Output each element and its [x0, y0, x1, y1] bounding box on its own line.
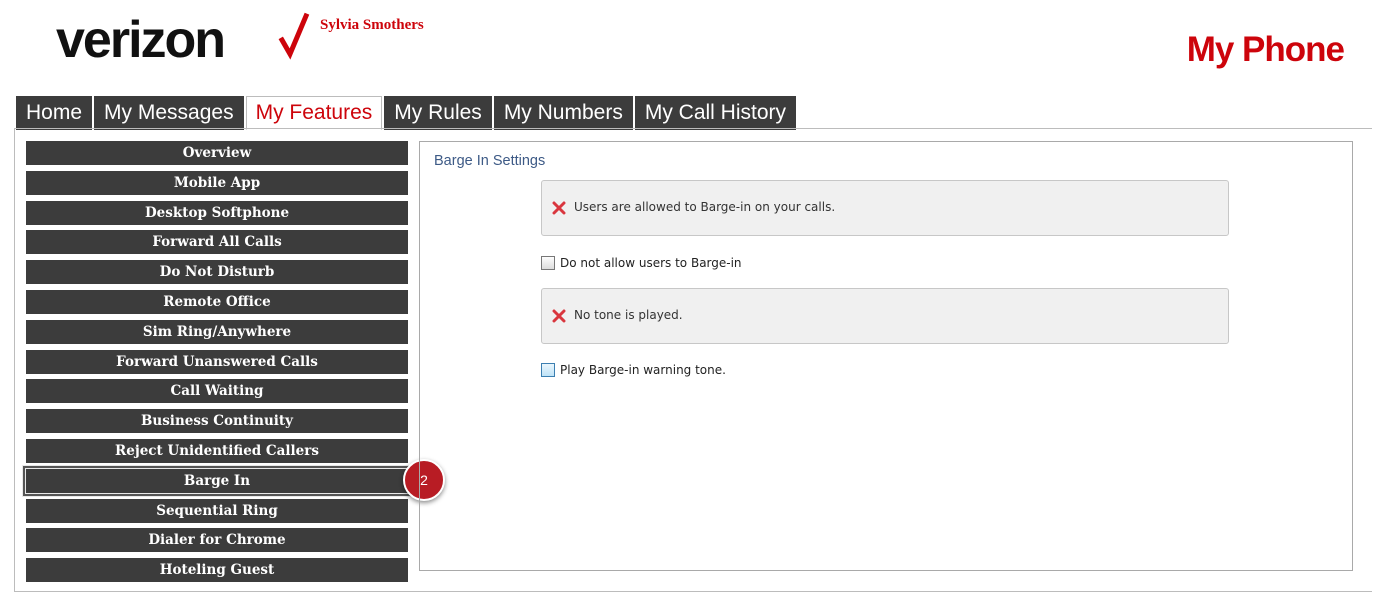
- settings-panel: Barge In Settings Users are allowed to B…: [419, 141, 1353, 571]
- tone-option-row: Play Barge-in warning tone.: [541, 363, 726, 377]
- sidebar-item-sequential-ring[interactable]: Sequential Ring: [26, 498, 408, 523]
- app-title: My Phone: [1186, 30, 1345, 69]
- barge-in-option-row: Do not allow users to Barge-in: [541, 256, 742, 270]
- sidebar-item-hoteling-guest[interactable]: Hoteling Guest: [26, 558, 408, 583]
- tab-my-rules[interactable]: My Rules: [384, 96, 492, 130]
- tab-my-call-history[interactable]: My Call History: [634, 96, 797, 130]
- sidebar-item-dialer-for-chrome[interactable]: Dialer for Chrome: [26, 528, 408, 553]
- sidebar-item-forward-all-calls[interactable]: Forward All Calls: [26, 230, 408, 255]
- sidebar-item-forward-unanswered[interactable]: Forward Unanswered Calls: [26, 349, 408, 374]
- warning-tone-label[interactable]: Play Barge-in warning tone.: [560, 363, 726, 377]
- tab-my-numbers[interactable]: My Numbers: [493, 96, 633, 130]
- warning-tone-checkbox[interactable]: [541, 363, 555, 377]
- feature-sidebar: Overview Mobile App Desktop Softphone Fo…: [23, 141, 411, 588]
- disallow-barge-in-checkbox[interactable]: [541, 256, 555, 270]
- tab-my-features[interactable]: My Features: [245, 96, 383, 130]
- sidebar-item-desktop-softphone[interactable]: Desktop Softphone: [26, 200, 408, 225]
- sidebar-item-reject-unidentified[interactable]: Reject Unidentified Callers: [26, 438, 408, 463]
- tone-status-box: No tone is played.: [541, 288, 1229, 344]
- barge-in-status-box: Users are allowed to Barge-in on your ca…: [541, 180, 1229, 236]
- disallow-barge-in-label[interactable]: Do not allow users to Barge-in: [560, 256, 742, 270]
- verizon-logo: verizon: [56, 10, 310, 70]
- sidebar-item-do-not-disturb[interactable]: Do Not Disturb: [26, 260, 408, 285]
- sidebar-item-mobile-app[interactable]: Mobile App: [26, 170, 408, 195]
- sidebar-item-remote-office[interactable]: Remote Office: [26, 289, 408, 314]
- sidebar-item-overview[interactable]: Overview: [26, 141, 408, 165]
- panel-title: Barge In Settings: [434, 153, 546, 169]
- tone-status-text: No tone is played.: [574, 308, 683, 322]
- sidebar-item-call-waiting[interactable]: Call Waiting: [26, 379, 408, 404]
- sidebar-item-sim-ring[interactable]: Sim Ring/Anywhere: [26, 319, 408, 344]
- barge-in-status-text: Users are allowed to Barge-in on your ca…: [574, 200, 836, 214]
- main-tabs: Home My Messages My Features My Rules My…: [16, 96, 798, 130]
- sidebar-item-business-continuity[interactable]: Business Continuity: [26, 409, 408, 434]
- user-name: Sylvia Smothers: [320, 17, 424, 33]
- x-icon: [552, 309, 566, 323]
- tab-home[interactable]: Home: [16, 96, 93, 130]
- x-icon: [552, 201, 566, 215]
- brand-wordmark: verizon: [56, 11, 226, 69]
- sidebar-item-barge-in[interactable]: Barge In: [23, 465, 411, 496]
- tab-my-messages[interactable]: My Messages: [94, 96, 244, 130]
